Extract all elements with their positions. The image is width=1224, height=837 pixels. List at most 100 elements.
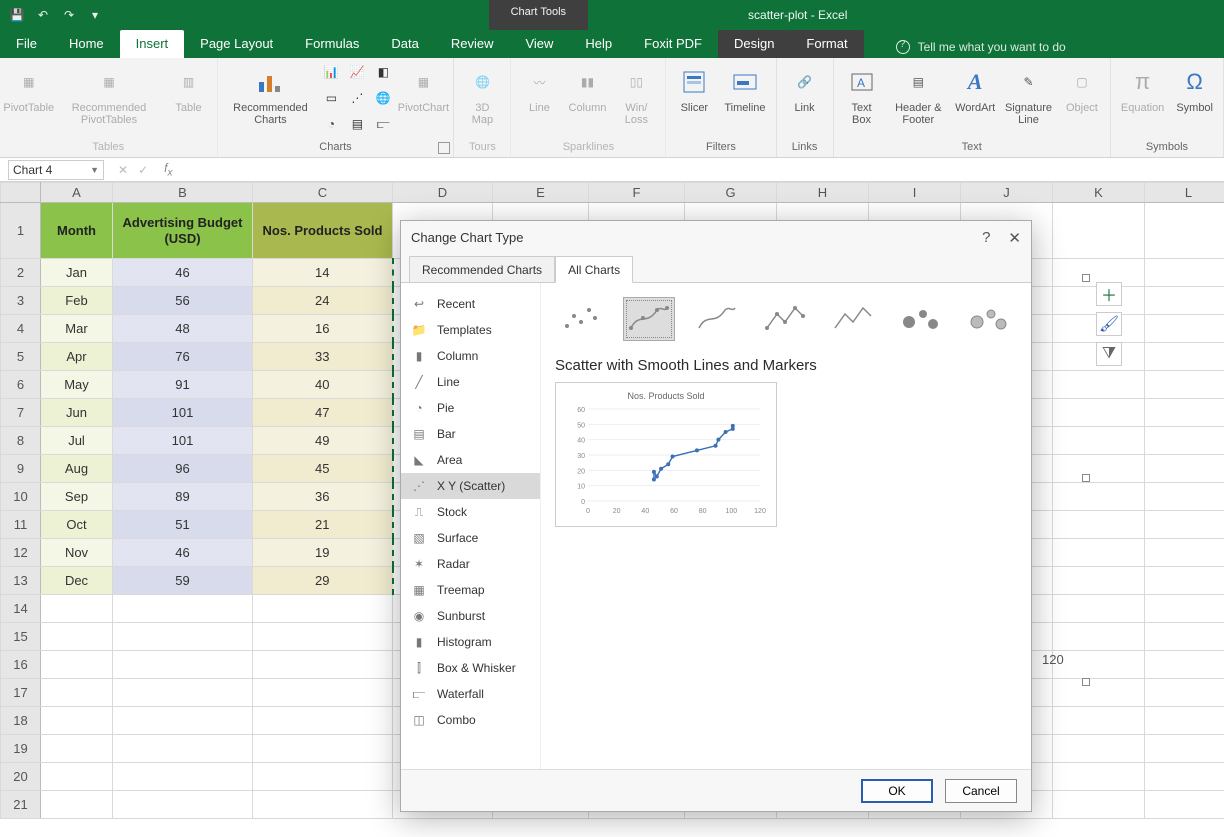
cell[interactable] [41,651,113,679]
row-header[interactable]: 9 [1,455,41,483]
cell[interactable]: 40 [253,371,393,399]
chart-elements-button[interactable]: ＋ [1096,282,1122,306]
dialog-launcher-icon[interactable] [438,142,450,154]
scatter-subtype-smooth-markers[interactable] [623,297,675,341]
tab-design[interactable]: Design [718,30,790,58]
cell[interactable]: Mar [41,315,113,343]
cell[interactable] [1145,427,1224,455]
cell[interactable] [1053,735,1145,763]
cell[interactable]: 59 [113,567,253,595]
row-header[interactable]: 19 [1,735,41,763]
cell[interactable] [113,791,253,819]
scatter-subtype-markers[interactable] [555,297,607,341]
cell[interactable] [41,707,113,735]
chart-type-treemap[interactable]: ▦Treemap [401,577,540,603]
help-icon[interactable]: ? [982,229,990,247]
table-button[interactable]: ▥Table [167,62,211,116]
tab-file[interactable]: File [0,30,53,58]
chart-type-combo[interactable]: ◫Combo [401,707,540,733]
pie-chart-icon[interactable]: ◔ [321,114,341,134]
link-button[interactable]: 🔗Link [783,62,827,116]
cell[interactable] [1145,539,1224,567]
chart-preview[interactable]: Nos. Products Sold 010203040506002040608… [555,382,777,527]
cell[interactable] [1145,371,1224,399]
cell[interactable] [1053,203,1145,259]
cell[interactable] [41,595,113,623]
cell[interactable]: 19 [253,539,393,567]
combo-chart-icon[interactable]: ⫍ [373,114,393,134]
tab-review[interactable]: Review [435,30,510,58]
cell[interactable] [1145,259,1224,287]
chart-type-area[interactable]: ◣Area [401,447,540,473]
cell[interactable]: 46 [113,259,253,287]
row-header[interactable]: 5 [1,343,41,371]
column-header[interactable]: I [869,183,961,203]
chart-type-bar[interactable]: ▤Bar [401,421,540,447]
cell[interactable] [113,735,253,763]
row-header[interactable]: 14 [1,595,41,623]
recommended-pivottables-button[interactable]: ▦Recommended PivotTables [56,62,163,128]
column-header[interactable]: G [685,183,777,203]
row-header[interactable]: 12 [1,539,41,567]
cell[interactable]: May [41,371,113,399]
chart-type-sunburst[interactable]: ◉Sunburst [401,603,540,629]
cell[interactable]: 89 [113,483,253,511]
cell[interactable]: Oct [41,511,113,539]
cell[interactable]: 48 [113,315,253,343]
cell[interactable] [1145,287,1224,315]
cell[interactable] [253,791,393,819]
cell[interactable] [1053,567,1145,595]
chart-type-list[interactable]: ↩Recent📁Templates▮Column╱Line◔Pie▤Bar◣Ar… [401,283,541,769]
cell[interactable] [253,707,393,735]
row-header[interactable]: 3 [1,287,41,315]
cell[interactable]: Month [41,203,113,259]
cell[interactable] [1053,595,1145,623]
worksheet[interactable]: ABCDEFGHIJKL 1MonthAdvertising Budget (U… [0,182,1224,837]
cell[interactable] [1145,315,1224,343]
cell[interactable] [1145,735,1224,763]
column-chart-icon[interactable]: 📊 [321,62,341,82]
cell[interactable]: Jun [41,399,113,427]
cell[interactable] [253,651,393,679]
cell[interactable] [1145,595,1224,623]
row-header[interactable]: 2 [1,259,41,287]
cell[interactable] [1145,203,1224,259]
cell[interactable]: 45 [253,455,393,483]
formula-input[interactable] [178,160,1224,180]
cell[interactable] [41,679,113,707]
tab-data[interactable]: Data [375,30,434,58]
timeline-button[interactable]: Timeline [720,62,769,116]
cell[interactable] [1053,427,1145,455]
tell-me-search[interactable]: Tell me what you want to do [888,36,1074,58]
cell[interactable] [1145,455,1224,483]
chart-type-pie[interactable]: ◔Pie [401,395,540,421]
column-header[interactable]: H [777,183,869,203]
cell[interactable]: Apr [41,343,113,371]
cell[interactable]: 56 [113,287,253,315]
cell[interactable] [113,651,253,679]
wordart-button[interactable]: AWordArt [953,62,997,116]
cell[interactable] [253,735,393,763]
cancel-button[interactable]: Cancel [945,779,1017,803]
hierarchy-chart-icon[interactable]: ◧ [373,62,393,82]
row-header[interactable]: 4 [1,315,41,343]
row-header[interactable]: 15 [1,623,41,651]
header-footer-button[interactable]: ▤Header & Footer [888,62,950,128]
cell[interactable] [113,623,253,651]
tab-page-layout[interactable]: Page Layout [184,30,289,58]
tab-help[interactable]: Help [569,30,628,58]
cell[interactable]: 49 [253,427,393,455]
cell[interactable] [1145,623,1224,651]
row-header[interactable]: 16 [1,651,41,679]
cell[interactable] [253,595,393,623]
cell[interactable] [113,679,253,707]
cell[interactable]: Aug [41,455,113,483]
cell[interactable] [1145,399,1224,427]
cell[interactable]: 101 [113,427,253,455]
row-header[interactable]: 10 [1,483,41,511]
row-header[interactable]: 11 [1,511,41,539]
cell[interactable] [1145,763,1224,791]
chart-type-radar[interactable]: ✶Radar [401,551,540,577]
chart-type-templates[interactable]: 📁Templates [401,317,540,343]
chart-filters-button[interactable]: ⧩ [1096,342,1122,366]
